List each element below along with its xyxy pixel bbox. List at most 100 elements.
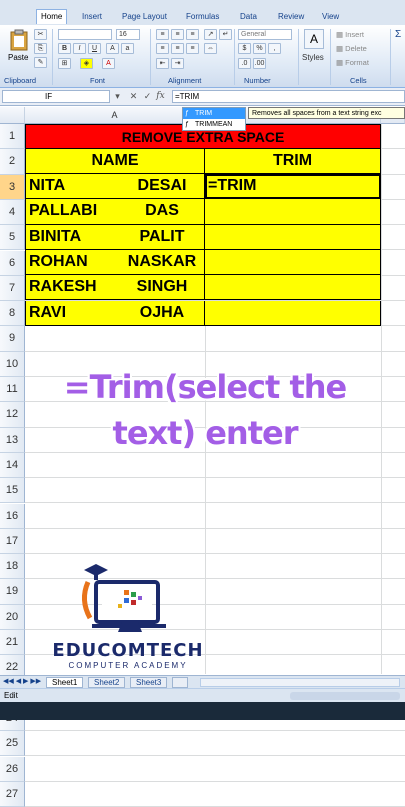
logo-name: EDUCOMTECH — [52, 640, 204, 661]
row-header[interactable]: 4 — [0, 199, 25, 226]
row-header[interactable]: 3 — [0, 174, 25, 200]
align-middle-icon[interactable]: ≡ — [171, 29, 184, 40]
tab-review[interactable]: Review — [274, 10, 308, 25]
fill-color-icon[interactable]: ◈ — [80, 58, 93, 69]
row-header[interactable]: 19 — [0, 579, 25, 605]
formula-input[interactable]: =TRIM — [172, 90, 405, 103]
autocomplete-item-trim[interactable]: ƒ TRIM — [183, 108, 245, 119]
sheet-nav-icon[interactable]: ◀◀ ◀ ▶ ▶▶ — [3, 677, 41, 685]
cancel-icon[interactable]: ✕ — [128, 90, 139, 103]
insert-cells-button[interactable]: ▦ Insert — [336, 30, 364, 39]
name-box[interactable]: IF — [2, 90, 110, 103]
font-size-combo[interactable]: 16 — [116, 29, 140, 40]
grow-font-icon[interactable]: A — [106, 43, 119, 54]
increase-indent-icon[interactable]: ⇥ — [171, 58, 184, 69]
cut-icon[interactable]: ✂ — [34, 29, 47, 40]
select-all-corner[interactable] — [0, 107, 25, 124]
align-center-icon[interactable]: ≡ — [171, 43, 184, 54]
name-cell[interactable]: NITA DESAI — [25, 174, 205, 200]
name-cell[interactable]: ROHAN NASKAR — [25, 249, 205, 276]
decrease-decimal-icon[interactable]: .00 — [253, 58, 266, 69]
row-header[interactable]: 21 — [0, 630, 25, 656]
header-name-cell[interactable]: NAME — [25, 149, 205, 174]
row-header[interactable]: 9 — [0, 326, 25, 352]
row-header[interactable]: 16 — [0, 503, 25, 529]
trim-cell[interactable] — [205, 199, 381, 225]
font-name-combo[interactable] — [58, 29, 112, 40]
row-header[interactable]: 12 — [0, 402, 25, 428]
row-header[interactable]: 2 — [0, 149, 25, 175]
align-left-icon[interactable]: ≡ — [156, 43, 169, 54]
row-header[interactable]: 14 — [0, 452, 25, 479]
row-header[interactable]: 1 — [0, 124, 25, 150]
row-header[interactable]: 7 — [0, 275, 25, 302]
styles-label[interactable]: Styles — [302, 53, 324, 62]
header-trim-cell[interactable]: TRIM — [205, 149, 381, 174]
row-header[interactable]: 26 — [0, 756, 25, 782]
percent-icon[interactable]: % — [253, 43, 266, 54]
wrap-text-icon[interactable]: ↵ — [219, 29, 232, 40]
enter-icon[interactable]: ✓ — [142, 90, 153, 103]
new-sheet-icon[interactable] — [172, 677, 188, 688]
name-cell[interactable]: PALLABI DAS — [25, 199, 205, 225]
horizontal-scrollbar[interactable] — [200, 678, 400, 687]
row-header[interactable]: 11 — [0, 377, 25, 403]
row-header[interactable]: 27 — [0, 781, 25, 807]
trim-cell[interactable] — [205, 300, 381, 326]
shrink-font-icon[interactable]: a — [121, 43, 134, 54]
trim-cell[interactable] — [205, 249, 381, 276]
name-cell[interactable]: RAVI OJHA — [25, 300, 205, 326]
row-header[interactable]: 6 — [0, 250, 25, 276]
paste-button[interactable] — [8, 29, 30, 51]
row-header[interactable]: 15 — [0, 478, 25, 504]
tab-page-layout[interactable]: Page Layout — [118, 10, 171, 25]
name-cell[interactable]: BINITA PALIT — [25, 224, 205, 250]
bold-button[interactable]: B — [58, 43, 71, 54]
format-cells-button[interactable]: ▦ Format — [336, 58, 369, 67]
row-header[interactable]: 25 — [0, 731, 25, 757]
sheet-tab-2[interactable]: Sheet2 — [88, 677, 126, 688]
tab-data[interactable]: Data — [236, 10, 261, 25]
orientation-icon[interactable]: ↗ — [204, 29, 217, 40]
sum-icon[interactable]: Σ — [395, 29, 401, 40]
currency-icon[interactable]: $ — [238, 43, 251, 54]
autocomplete-item-trimmean[interactable]: ƒ TRIMMEAN — [183, 119, 245, 130]
insert-function-icon[interactable]: fx — [155, 90, 166, 103]
row-header[interactable]: 18 — [0, 554, 25, 580]
active-trim-cell[interactable]: =TRIM — [205, 174, 381, 200]
tab-formulas[interactable]: Formulas — [182, 10, 223, 25]
increase-decimal-icon[interactable]: .0 — [238, 58, 251, 69]
trim-cell[interactable] — [205, 275, 381, 301]
italic-button[interactable]: I — [73, 43, 86, 54]
tab-insert[interactable]: Insert — [78, 10, 106, 25]
tab-home[interactable]: Home — [36, 9, 68, 24]
underline-button[interactable]: U — [88, 43, 101, 54]
align-right-icon[interactable]: ≡ — [186, 43, 199, 54]
font-color-icon[interactable]: A — [102, 58, 115, 69]
number-format-combo[interactable]: General — [238, 29, 292, 40]
row-header[interactable]: 20 — [0, 604, 25, 630]
format-painter-icon[interactable]: ✎ — [34, 57, 47, 68]
column-header-a[interactable]: A — [25, 107, 205, 124]
decrease-indent-icon[interactable]: ⇤ — [156, 58, 169, 69]
row-header[interactable]: 10 — [0, 351, 25, 377]
zoom-slider[interactable] — [290, 692, 400, 700]
align-top-icon[interactable]: ≡ — [156, 29, 169, 40]
align-bottom-icon[interactable]: ≡ — [186, 29, 199, 40]
sheet-tab-3[interactable]: Sheet3 — [130, 677, 168, 688]
row-header[interactable]: 8 — [0, 301, 25, 327]
sheet-tab-1[interactable]: Sheet1 — [46, 677, 84, 688]
borders-icon[interactable]: ⊞ — [58, 58, 71, 69]
tab-view[interactable]: View — [318, 10, 343, 25]
copy-icon[interactable]: ⎘ — [34, 43, 47, 54]
row-header[interactable]: 17 — [0, 528, 25, 555]
trim-cell[interactable] — [205, 224, 381, 250]
delete-cells-button[interactable]: ▦ Delete — [336, 44, 367, 53]
styles-icon[interactable]: A — [304, 29, 324, 49]
row-header[interactable]: 13 — [0, 427, 25, 453]
name-cell[interactable]: RAKESH SINGH — [25, 275, 205, 301]
row-header[interactable]: 5 — [0, 225, 25, 251]
merge-center-icon[interactable]: ⇔ — [204, 43, 217, 54]
name-box-dropdown-icon[interactable]: ▾ — [112, 90, 123, 103]
comma-icon[interactable]: , — [268, 43, 281, 54]
